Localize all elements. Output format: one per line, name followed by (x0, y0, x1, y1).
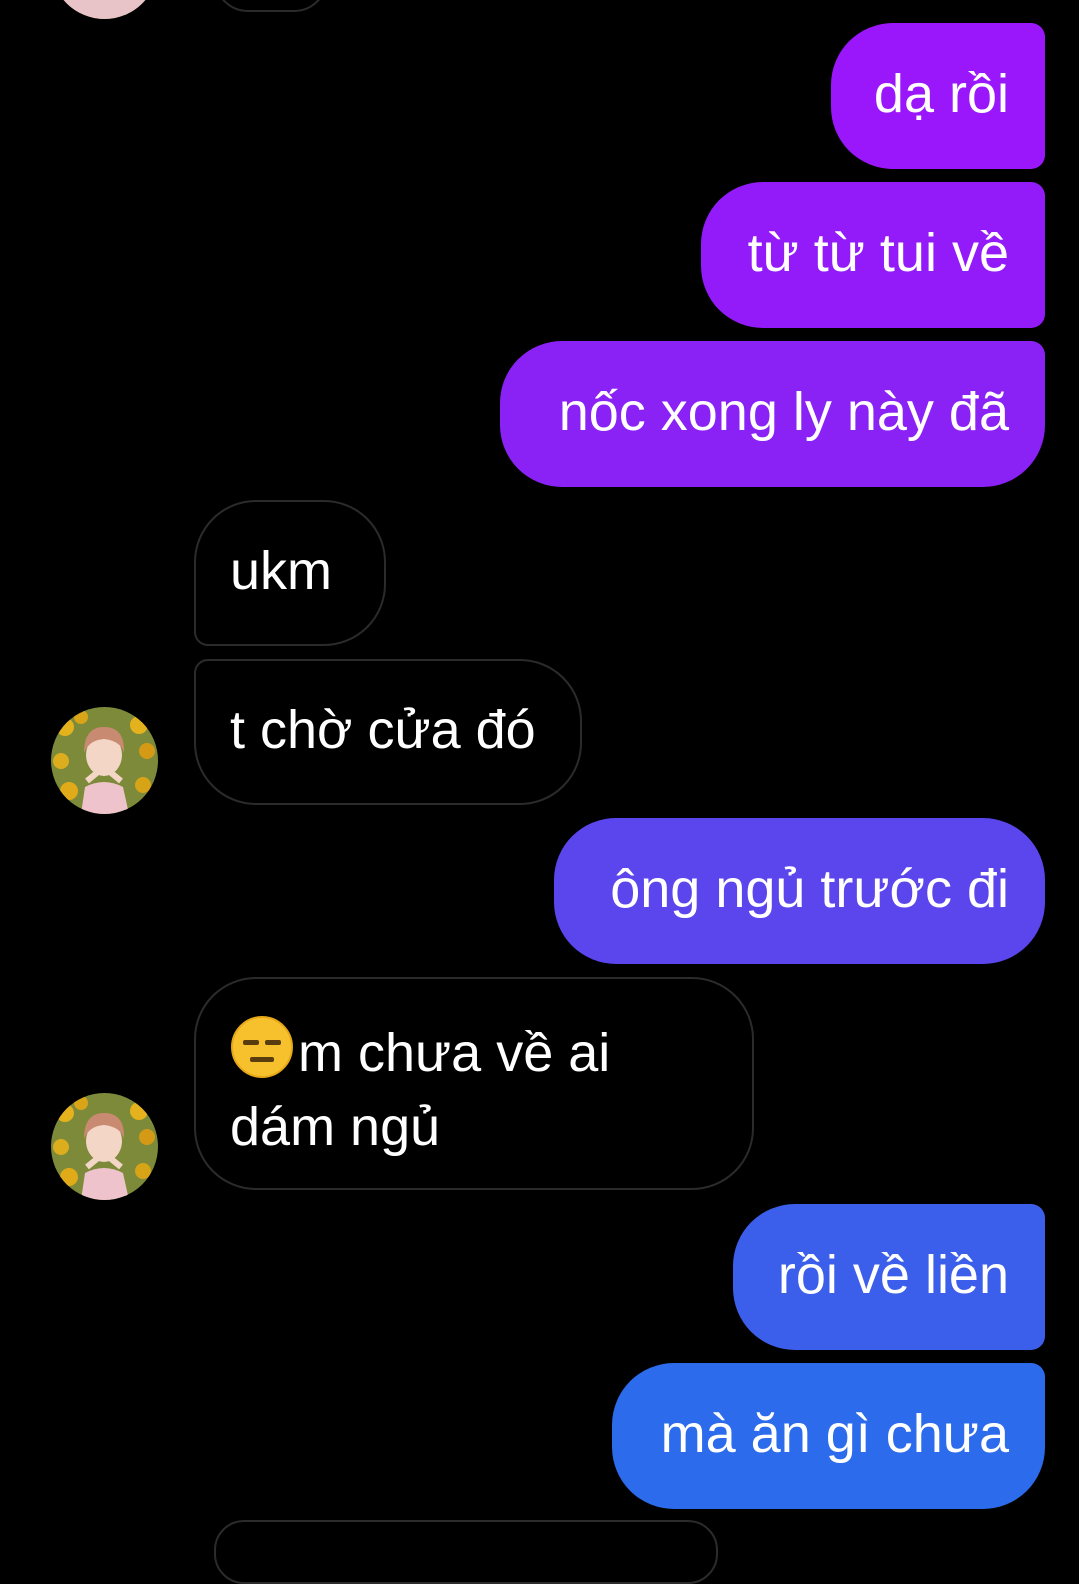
message-list: dạ rồi từ từ tui về nốc xong ly này đã u… (0, 0, 1079, 1584)
received-message-bubble[interactable]: m chưa về ai dám ngủ (194, 977, 754, 1190)
message-text: ông ngủ trước đi (610, 859, 1009, 919)
sent-message-bubble[interactable]: dạ rồi (831, 23, 1045, 169)
contact-avatar[interactable] (51, 1093, 158, 1200)
message-text-line-2: dám ngủ (230, 1097, 441, 1157)
received-message-bubble[interactable]: ukm (194, 500, 386, 646)
expressionless-face-icon (230, 1015, 294, 1094)
sent-message-bubble[interactable]: mà ăn gì chưa (612, 1363, 1045, 1509)
next-message-bubble[interactable] (214, 1520, 718, 1584)
message-text: ukm (230, 541, 333, 601)
message-text: mà ăn gì chưa (660, 1404, 1009, 1464)
message-text: nốc xong ly này đã (558, 382, 1009, 442)
contact-avatar[interactable] (51, 707, 158, 814)
sent-message-bubble[interactable]: nốc xong ly này đã (500, 341, 1045, 487)
message-text: rồi về liền (777, 1245, 1009, 1305)
message-text: từ từ tui về (747, 223, 1009, 283)
sent-message-bubble[interactable]: rồi về liền (733, 1204, 1045, 1350)
received-message-bubble[interactable]: t chờ cửa đó (194, 659, 582, 805)
message-text: dạ rồi (873, 64, 1009, 124)
previous-message-bubble[interactable] (214, 0, 328, 12)
contact-avatar[interactable] (51, 0, 158, 19)
sent-message-bubble[interactable]: ông ngủ trước đi (554, 818, 1045, 964)
sent-message-bubble[interactable]: từ từ tui về (701, 182, 1045, 328)
message-text: t chờ cửa đó (230, 700, 536, 760)
message-text-line-1: m chưa về ai (298, 1023, 611, 1083)
